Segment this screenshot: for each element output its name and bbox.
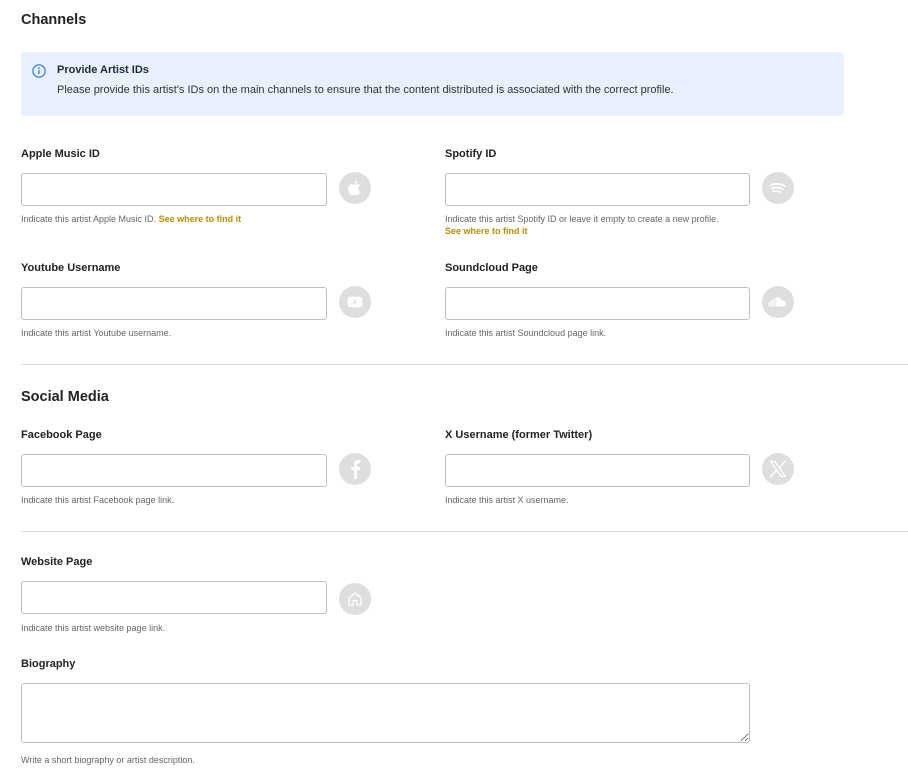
soundcloud-page-hint: Indicate this artist Soundcloud page lin… <box>445 328 607 338</box>
apple-icon-badge <box>339 172 371 204</box>
x-username-hint: Indicate this artist X username. <box>445 495 569 505</box>
apple-icon <box>348 180 361 196</box>
spotify-icon-badge <box>762 172 794 204</box>
soundcloud-page-input[interactable] <box>445 287 750 320</box>
apple-music-id-label: Apple Music ID <box>21 148 100 160</box>
biography-label: Biography <box>21 658 76 670</box>
youtube-icon <box>347 296 363 308</box>
artist-ids-info-box: Provide Artist IDs Please provide this a… <box>21 52 844 116</box>
soundcloud-icon-badge <box>762 286 794 318</box>
facebook-page-hint: Indicate this artist Facebook page link. <box>21 495 175 505</box>
youtube-icon-badge <box>339 286 371 318</box>
soundcloud-page-label: Soundcloud Page <box>445 262 538 274</box>
youtube-username-label: Youtube Username <box>21 262 121 274</box>
biography-textarea[interactable] <box>21 683 750 743</box>
youtube-username-hint: Indicate this artist Youtube username. <box>21 328 172 338</box>
x-username-label: X Username (former Twitter) <box>445 429 593 441</box>
x-icon-badge <box>762 453 794 485</box>
spotify-icon <box>770 183 786 193</box>
x-username-input[interactable] <box>445 454 750 487</box>
facebook-page-input[interactable] <box>21 454 327 487</box>
home-icon-badge <box>339 583 371 615</box>
section-divider <box>21 364 908 365</box>
apple-music-id-hint: Indicate this artist Apple Music ID. See… <box>21 213 381 225</box>
facebook-icon <box>351 460 361 479</box>
facebook-page-label: Facebook Page <box>21 429 102 441</box>
info-icon <box>32 64 46 78</box>
section-divider <box>21 531 908 532</box>
x-icon <box>769 460 787 478</box>
facebook-icon-badge <box>339 453 371 485</box>
spotify-find-link[interactable]: See where to find it <box>445 226 528 236</box>
channels-section-title: Channels <box>21 12 87 28</box>
apple-music-id-hint-text: Indicate this artist Apple Music ID. <box>21 214 157 224</box>
social-media-section-title: Social Media <box>21 389 109 405</box>
info-box-text: Please provide this artist's IDs on the … <box>57 84 674 96</box>
apple-music-id-input[interactable] <box>21 173 327 206</box>
website-page-input[interactable] <box>21 581 327 614</box>
spotify-id-hint-text: Indicate this artist Spotify ID or leave… <box>445 214 719 224</box>
biography-hint: Write a short biography or artist descri… <box>21 755 195 765</box>
apple-music-find-link[interactable]: See where to find it <box>159 214 242 224</box>
soundcloud-icon <box>768 297 786 307</box>
spotify-id-label: Spotify ID <box>445 148 497 160</box>
website-page-label: Website Page <box>21 556 93 568</box>
spotify-id-hint: Indicate this artist Spotify ID or leave… <box>445 213 775 237</box>
spotify-id-input[interactable] <box>445 173 750 206</box>
home-icon <box>348 592 362 606</box>
youtube-username-input[interactable] <box>21 287 327 320</box>
website-page-hint: Indicate this artist website page link. <box>21 623 166 633</box>
info-box-title: Provide Artist IDs <box>57 64 149 76</box>
